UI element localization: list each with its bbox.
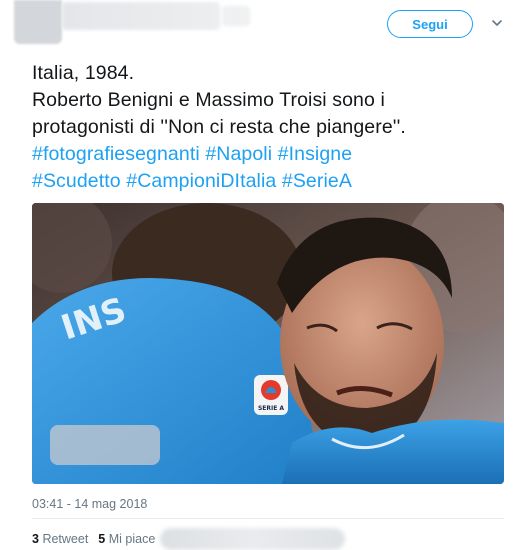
retweet-stat[interactable]: 3 Retweet	[32, 532, 88, 546]
tweet-text-line: protagonisti di ''Non ci resta che piang…	[32, 116, 406, 138]
badge-text: SERIE A	[258, 405, 284, 412]
hashtag-link[interactable]: #Scudetto	[32, 170, 121, 192]
hashtag-link[interactable]: #Insigne	[278, 143, 353, 165]
liker-avatars[interactable]	[160, 528, 345, 550]
tweet-text-line: Italia, 1984.	[32, 62, 135, 84]
hashtag-link[interactable]: #fotografiesegnanti	[32, 143, 200, 165]
tweet-stats: 3 Retweet 5 Mi piace	[32, 532, 155, 546]
retweet-count: 3	[32, 532, 39, 546]
tweet-text-line: Roberto Benigni e Massimo Troisi sono i	[32, 89, 385, 111]
photo-illustration: INS SERIE A	[32, 203, 504, 484]
like-label: Mi piace	[108, 532, 156, 546]
tweet: Segui Italia, 1984. Roberto Benigni e Ma…	[0, 0, 531, 550]
serie-a-badge-icon: SERIE A	[254, 375, 288, 415]
hashtag-link[interactable]: #SerieA	[282, 170, 352, 192]
tweet-header: Segui	[0, 0, 531, 60]
chevron-down-icon[interactable]	[492, 18, 502, 28]
tweet-text: Italia, 1984. Roberto Benigni e Massimo …	[32, 60, 512, 195]
hashtag-link[interactable]: #CampioniDItalia	[126, 170, 276, 192]
tweet-photo[interactable]: INS SERIE A	[32, 203, 504, 484]
avatar[interactable]	[14, 0, 62, 44]
author-handle	[222, 6, 250, 26]
like-stat[interactable]: 5 Mi piace	[98, 532, 155, 546]
hashtag-line: #fotografiesegnanti #Napoli #Insigne	[32, 141, 512, 168]
follow-button[interactable]: Segui	[387, 10, 473, 38]
hashtag-line: #Scudetto #CampioniDItalia #SerieA	[32, 168, 512, 195]
divider	[32, 518, 504, 519]
tweet-timestamp[interactable]: 03:41 - 14 mag 2018	[32, 497, 147, 511]
retweet-label: Retweet	[42, 532, 89, 546]
like-count: 5	[98, 532, 106, 546]
author-name[interactable]	[62, 2, 220, 30]
hashtag-link[interactable]: #Napoli	[205, 143, 272, 165]
